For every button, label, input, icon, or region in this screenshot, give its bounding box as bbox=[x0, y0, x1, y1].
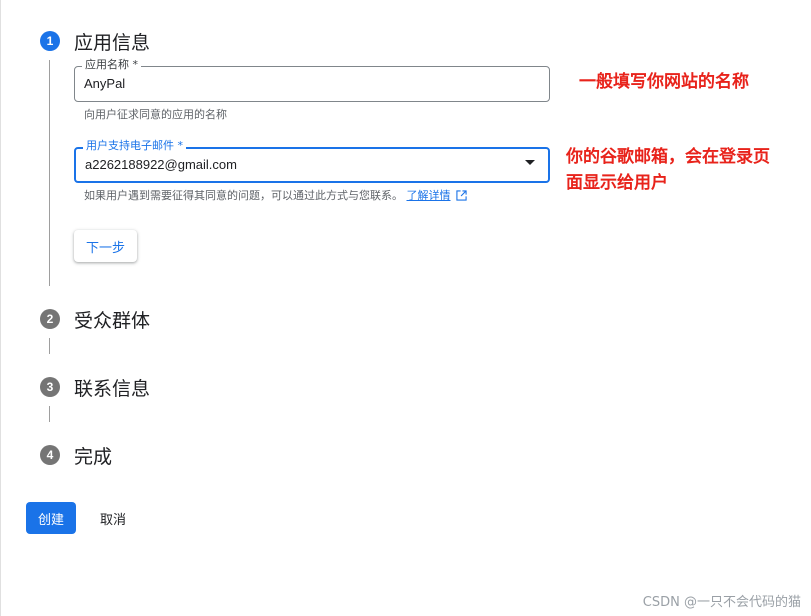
app-name-hint: 向用户征求同意的应用的名称 bbox=[84, 108, 227, 121]
step-3-indicator: 3 bbox=[40, 377, 60, 397]
support-email-label: 用户支持电子邮件 * bbox=[83, 139, 186, 153]
support-email-annotation: 你的谷歌邮箱，会在登录页 面显示给用户 bbox=[566, 144, 770, 196]
app-name-annotation: 一般填写你网站的名称 bbox=[579, 72, 749, 92]
step-3-connector bbox=[49, 406, 50, 422]
external-link-icon[interactable] bbox=[456, 190, 467, 201]
app-name-value[interactable]: AnyPal bbox=[84, 76, 125, 91]
step-4-number: 4 bbox=[46, 448, 54, 462]
step-1-indicator: 1 bbox=[40, 31, 60, 51]
support-email-hint: 如果用户遇到需要征得其同意的问题，可以通过此方式与您联系。 了解详情 bbox=[84, 187, 467, 203]
left-border bbox=[0, 0, 1, 616]
step-2-connector bbox=[49, 338, 50, 354]
step-4-title[interactable]: 完成 bbox=[74, 442, 112, 469]
learn-more-link[interactable]: 了解详情 bbox=[407, 189, 451, 202]
support-email-select[interactable]: 用户支持电子邮件 * a2262188922@gmail.com bbox=[74, 139, 550, 183]
support-email-annotation-line-1: 你的谷歌邮箱，会在登录页 bbox=[566, 147, 770, 167]
create-button[interactable]: 创建 bbox=[26, 502, 76, 534]
dropdown-arrow-icon[interactable] bbox=[525, 160, 535, 165]
support-email-annotation-line-2: 面显示给用户 bbox=[566, 173, 668, 193]
step-2-number: 2 bbox=[46, 312, 54, 326]
support-email-value[interactable]: a2262188922@gmail.com bbox=[85, 157, 237, 172]
app-name-field[interactable]: 应用名称 * AnyPal bbox=[74, 58, 550, 102]
step-2-title[interactable]: 受众群体 bbox=[74, 306, 150, 333]
watermark: CSDN @一只不会代码的猫 bbox=[642, 595, 801, 610]
step-1-number: 1 bbox=[46, 34, 54, 48]
support-email-hint-text: 如果用户遇到需要征得其同意的问题，可以通过此方式与您联系。 bbox=[84, 189, 403, 202]
step-1-connector bbox=[49, 60, 50, 286]
cancel-button[interactable]: 取消 bbox=[88, 502, 138, 534]
step-3-title[interactable]: 联系信息 bbox=[74, 374, 150, 401]
step-4-indicator: 4 bbox=[40, 445, 60, 465]
next-button[interactable]: 下一步 bbox=[74, 230, 137, 262]
step-3-number: 3 bbox=[46, 380, 54, 394]
app-name-label: 应用名称 * bbox=[82, 58, 141, 72]
step-1-title[interactable]: 应用信息 bbox=[74, 28, 150, 55]
step-2-indicator: 2 bbox=[40, 309, 60, 329]
